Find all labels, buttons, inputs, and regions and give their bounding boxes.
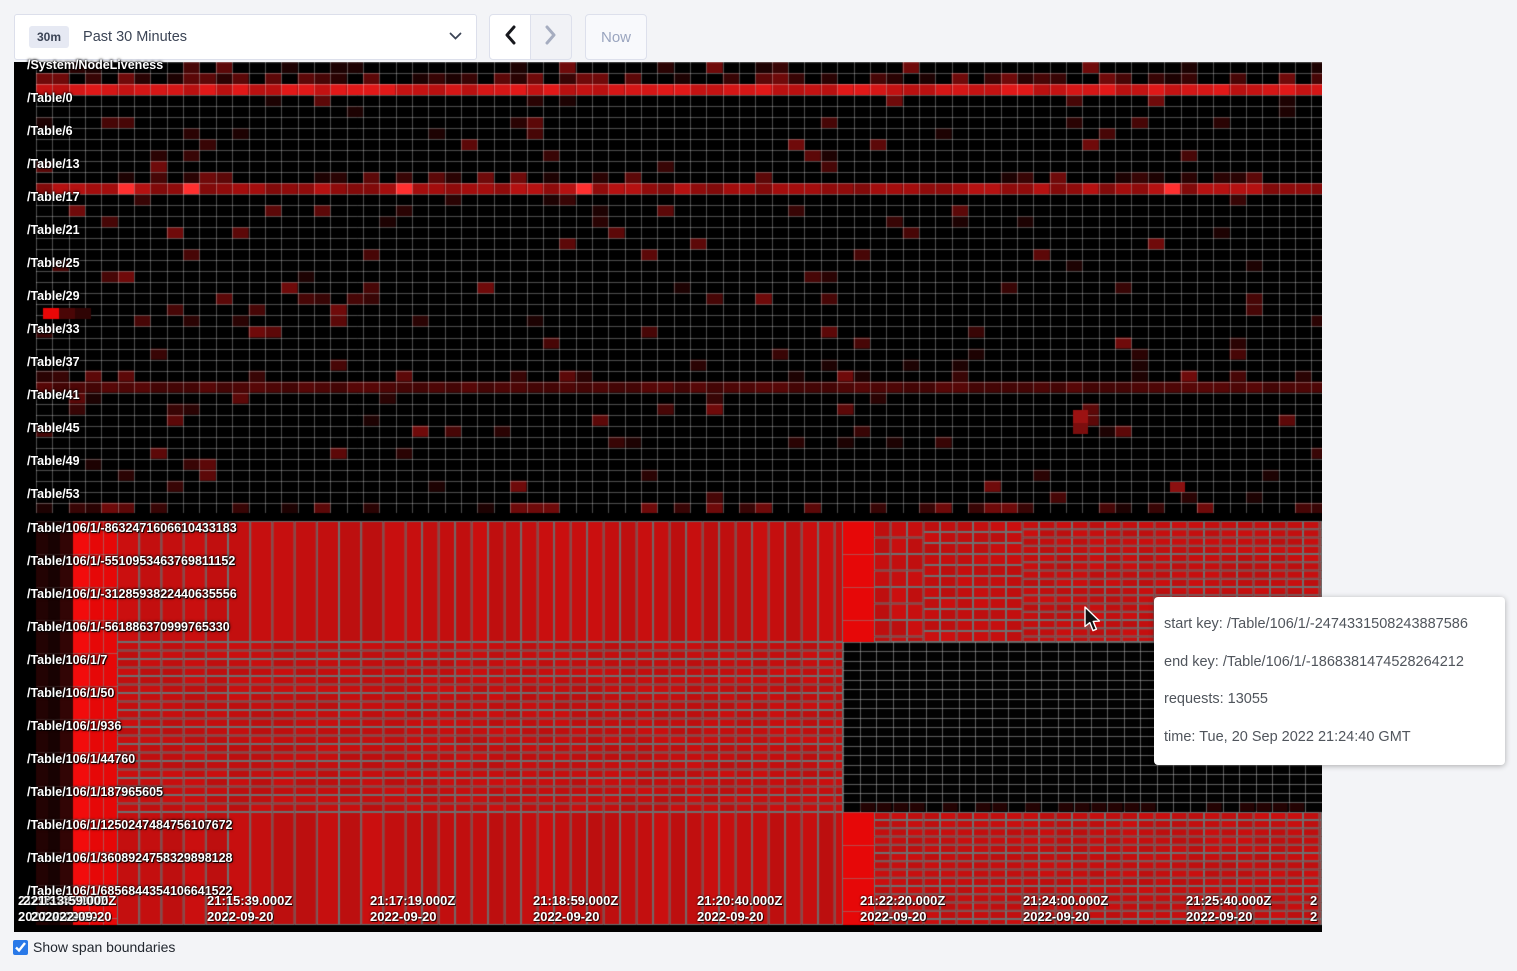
show-span-boundaries-checkbox[interactable]	[13, 940, 28, 955]
show-span-boundaries-row[interactable]: Show span boundaries	[13, 939, 175, 955]
keyviz-heatmap-canvas[interactable]	[14, 62, 1322, 932]
time-range-label: Past 30 Minutes	[83, 29, 435, 45]
chevron-down-icon	[449, 28, 462, 46]
time-range-dropdown[interactable]: 30m Past 30 Minutes	[14, 14, 477, 60]
chevron-left-icon	[504, 25, 516, 50]
chevron-right-icon	[545, 25, 557, 50]
next-interval-button[interactable]	[530, 14, 572, 60]
time-range-badge: 30m	[29, 26, 69, 48]
now-button[interactable]: Now	[585, 14, 647, 60]
previous-interval-button[interactable]	[489, 14, 531, 60]
show-span-boundaries-label: Show span boundaries	[33, 939, 175, 955]
time-nav-button-group	[489, 14, 572, 60]
key-visualizer-page: 30m Past 30 Minutes Now /System/NodeLive…	[0, 0, 1517, 971]
